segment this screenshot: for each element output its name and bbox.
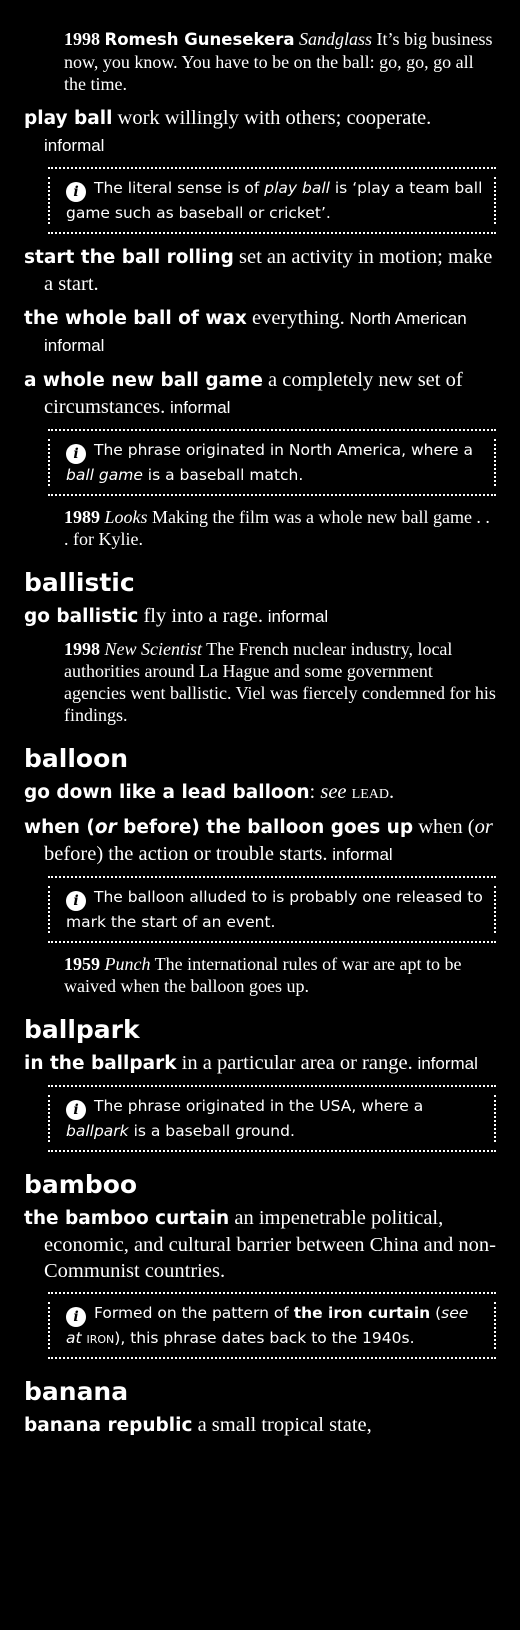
dictionary-page: 1998 Romesh Gunesekera Sandglass It’s bi… [0,0,520,1630]
idiom-definition: : see lead. [309,781,395,803]
idiom-entry: when (or before) the balloon goes up whe… [24,814,496,868]
usage-note: i The balloon alluded to is probably one … [48,876,496,943]
usage-note: i Formed on the pattern of the iron curta… [48,1292,496,1359]
citation: 1998 Romesh Gunesekera Sandglass It’s bi… [64,29,493,94]
citation: 1989 Looks Making the film was a whole n… [64,507,490,549]
idiom-definition: everything. [246,307,345,329]
usage-note: i The phrase originated in the USA, where… [48,1085,496,1152]
citation: 1959 Punch The international rules of wa… [64,954,462,996]
usage-note: i The phrase originated in North America,… [48,429,496,496]
idiom-entry: in the ballpark in a particular area or … [24,1050,496,1077]
info-icon: i [66,891,86,911]
idiom-phrase: in the ballpark [24,1053,177,1074]
info-icon: i [66,182,86,202]
idiom-entry: a whole new ball game a completely new s… [24,367,496,421]
headword: balloon [24,744,129,773]
idiom-definition: fly into a rage. [138,605,263,627]
idiom-definition: work willingly with others; cooperate. [112,107,432,129]
idiom-entry: banana republic a small tropical state, [24,1412,496,1439]
idiom-entry: play ball work willingly with others; co… [24,105,496,159]
usage-label: informal [262,607,329,626]
idiom-phrase: go down like a lead balloon [24,782,310,803]
idiom-phrase: the whole ball of wax [24,308,247,329]
idiom-phrase: a whole new ball game [24,370,263,391]
usage-label: informal [412,1054,478,1073]
info-icon: i [66,1307,86,1327]
idiom-entry: go ballistic fly into a rage. informal [24,603,496,630]
headword: banana [24,1377,129,1406]
headword: bamboo [24,1170,138,1199]
headword: ballpark [24,1015,140,1044]
idiom-entry: go down like a lead balloon: see lead. [24,779,496,806]
citation: 1998 New Scientist The French nuclear in… [64,639,496,725]
info-icon: i [66,1100,86,1120]
idiom-entry: start the ball rolling set an activity i… [24,244,496,297]
headword: ballistic [24,568,135,597]
idiom-phrase: banana republic [24,1415,193,1436]
usage-label: informal [165,398,231,417]
usage-label: informal [327,845,393,864]
idiom-entry: the bamboo curtain an impenetrable polit… [24,1205,496,1284]
idiom-phrase: the bamboo curtain [24,1208,230,1229]
usage-note: i The literal sense is of play ball is ‘p… [48,167,496,234]
idiom-phrase: play ball [24,108,113,129]
info-icon: i [66,444,86,464]
idiom-entry: the whole ball of wax everything. North … [24,305,496,359]
usage-label: informal [44,136,105,155]
idiom-definition: in a particular area or range. [176,1052,413,1074]
idiom-definition: a small tropical state, [192,1414,372,1436]
idiom-phrase: go ballistic [24,606,139,627]
idiom-phrase: when (or before) the balloon goes up [24,817,414,838]
idiom-phrase: start the ball rolling [24,247,234,268]
